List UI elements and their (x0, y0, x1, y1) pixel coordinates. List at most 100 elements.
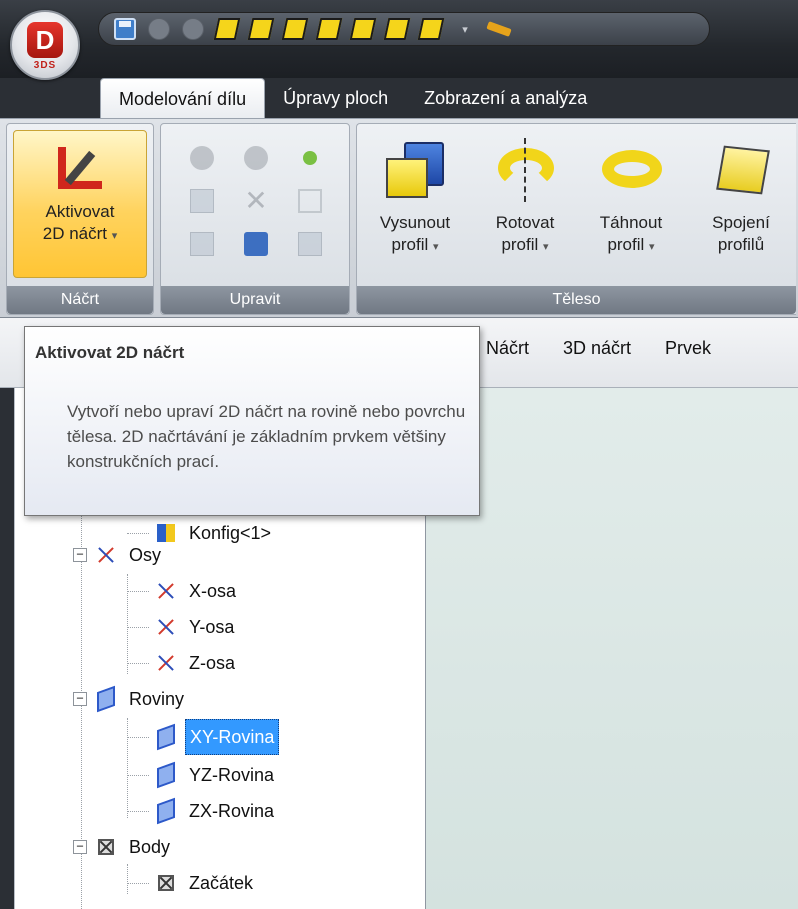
subtab-sketch[interactable]: Náčrt (486, 338, 529, 359)
group-edit: ✕ Upravit (160, 123, 350, 315)
paste-body-icon[interactable] (229, 223, 283, 266)
sweep-icon (596, 138, 666, 202)
measure-icon[interactable] (486, 17, 512, 41)
tree-node-points[interactable]: − Body (73, 830, 174, 864)
dropdown-caret-icon: ▾ (543, 241, 549, 253)
view-cube-iso-icon[interactable] (417, 17, 445, 41)
tree-item-zx-plane[interactable]: ZX-Rovina (127, 794, 278, 828)
tooltip: Aktivovat 2D náčrt Vytvoří nebo upraví 2… (24, 326, 480, 516)
axis-icon (155, 652, 177, 674)
dropdown-caret-icon: ▾ (111, 230, 118, 242)
copy-icon[interactable] (175, 223, 229, 266)
revolve-profile-button[interactable]: Rotovat profil ▾ (475, 130, 575, 278)
sketch-icon (50, 141, 110, 195)
secondary-tabs: Náčrt 3D náčrt Prvek (486, 338, 711, 359)
tree-item-label: Začátek (189, 873, 254, 893)
tree-item-xy-plane[interactable]: XY-Rovina (127, 719, 280, 755)
edit-undo-icon[interactable] (175, 136, 229, 179)
undo-icon[interactable] (147, 17, 171, 41)
view-cube-back-icon[interactable] (247, 17, 275, 41)
edit-tools-grid: ✕ (175, 136, 337, 266)
group-body-label: Těleso (357, 286, 796, 314)
group-sketch: Aktivovat 2D náčrt ▾ Náčrt (6, 123, 154, 315)
tree-item-label: Z-osa (189, 653, 236, 673)
sweep-label-line2: profil (607, 235, 645, 254)
axis-icon (95, 544, 117, 566)
3d-viewport[interactable] (426, 388, 798, 909)
extrude-label-line1: Vysunout (379, 213, 451, 232)
app-menu-button[interactable]: D 3DS (10, 10, 80, 80)
plane-icon (155, 797, 177, 825)
tooltip-title: Aktivovat 2D náčrt (35, 343, 185, 362)
qat-dropdown-icon[interactable]: ▾ (453, 17, 477, 41)
view-cube-top-icon[interactable] (349, 17, 377, 41)
subtab-3d-sketch[interactable]: 3D náčrt (563, 338, 631, 359)
tooltip-body: Vytvoří nebo upraví 2D náčrt na rovině n… (67, 402, 466, 471)
group-sketch-label: Náčrt (7, 286, 153, 314)
tab-surface-edits[interactable]: Úpravy ploch (265, 78, 406, 118)
revolve-label-line2: profil (501, 235, 539, 254)
activate-2d-sketch-button[interactable]: Aktivovat 2D náčrt ▾ (13, 130, 147, 278)
redo-icon[interactable] (181, 17, 205, 41)
loft-label-line2: profilů (717, 235, 765, 254)
tree-item-label-selected: XY-Rovina (185, 719, 280, 755)
tree-item-label: Y-osa (189, 617, 235, 637)
collapse-toggle-icon[interactable]: − (73, 692, 87, 706)
view-cube-bottom-icon[interactable] (383, 17, 411, 41)
sweep-profile-button[interactable]: Táhnout profil ▾ (581, 130, 681, 278)
title-bar: D 3DS ▾ Modelování dílu Úpravy ploch Zob… (0, 0, 798, 120)
point-icon (155, 872, 177, 894)
collapse-toggle-icon[interactable]: − (73, 840, 87, 854)
edit-redo-icon[interactable] (229, 136, 283, 179)
loft-icon (706, 138, 776, 202)
dropdown-caret-icon: ▾ (649, 241, 655, 253)
subtab-feature[interactable]: Prvek (665, 338, 711, 359)
revolve-label-line1: Rotovat (495, 213, 555, 232)
tree-node-planes[interactable]: − Roviny (73, 682, 188, 716)
tree-node-label: Osy (129, 545, 162, 565)
tree-item-z-axis[interactable]: Z-osa (127, 646, 239, 680)
tree-item-y-axis[interactable]: Y-osa (127, 610, 238, 644)
revolve-icon (490, 138, 560, 202)
tree-item-x-axis[interactable]: X-osa (127, 574, 240, 608)
tree-node-label: Roviny (129, 689, 185, 709)
tab-view-analysis[interactable]: Zobrazení a analýza (406, 78, 605, 118)
tab-part-modeling[interactable]: Modelování dílu (100, 78, 266, 120)
tree-item-yz-plane[interactable]: YZ-Rovina (127, 758, 278, 792)
tree-node-label: Body (129, 837, 171, 857)
extrude-icon (380, 138, 450, 202)
tree-item-label: ZX-Rovina (189, 801, 275, 821)
properties-icon[interactable] (175, 179, 229, 222)
tree-item-label: Konfig<1> (189, 523, 272, 543)
sweep-label-line1: Táhnout (599, 213, 663, 232)
edit-pencil-icon[interactable] (283, 179, 337, 222)
group-body: Vysunout profil ▾ Rotovat profil ▾ Táhno… (356, 123, 796, 315)
tree-item-label: YZ-Rovina (189, 765, 275, 785)
delete-icon[interactable]: ✕ (229, 179, 283, 222)
activate-2d-sketch-line2: 2D náčrt (42, 224, 107, 243)
app-logo-letter: D (27, 22, 63, 58)
point-icon (95, 836, 117, 858)
plane-icon (155, 761, 177, 789)
loft-profiles-button[interactable]: Spojení profilů (687, 130, 795, 278)
group-edit-label: Upravit (161, 286, 349, 314)
extrude-profile-button[interactable]: Vysunout profil ▾ (361, 130, 469, 278)
view-cube-right-icon[interactable] (315, 17, 343, 41)
dropdown-caret-icon: ▾ (433, 241, 439, 253)
quick-access-toolbar: ▾ (98, 12, 710, 46)
plane-icon (95, 685, 117, 713)
view-cube-left-icon[interactable] (281, 17, 309, 41)
ribbon-tabs: Modelování dílu Úpravy ploch Zobrazení a… (100, 78, 605, 120)
save-icon[interactable] (113, 17, 137, 41)
tree-item-origin[interactable]: Začátek (127, 866, 257, 900)
regenerate-icon[interactable] (283, 136, 337, 179)
tree-node-axes[interactable]: − Osy (73, 538, 165, 572)
tree-item-label: X-osa (189, 581, 237, 601)
view-cube-front-icon[interactable] (213, 17, 241, 41)
ribbon: Aktivovat 2D náčrt ▾ Náčrt ✕ Upravit Vys… (0, 118, 798, 318)
plane-icon (155, 723, 177, 751)
paste-icon[interactable] (283, 223, 337, 266)
collapse-toggle-icon[interactable]: − (73, 548, 87, 562)
axis-icon (155, 616, 177, 638)
extrude-label-line2: profil (391, 235, 429, 254)
